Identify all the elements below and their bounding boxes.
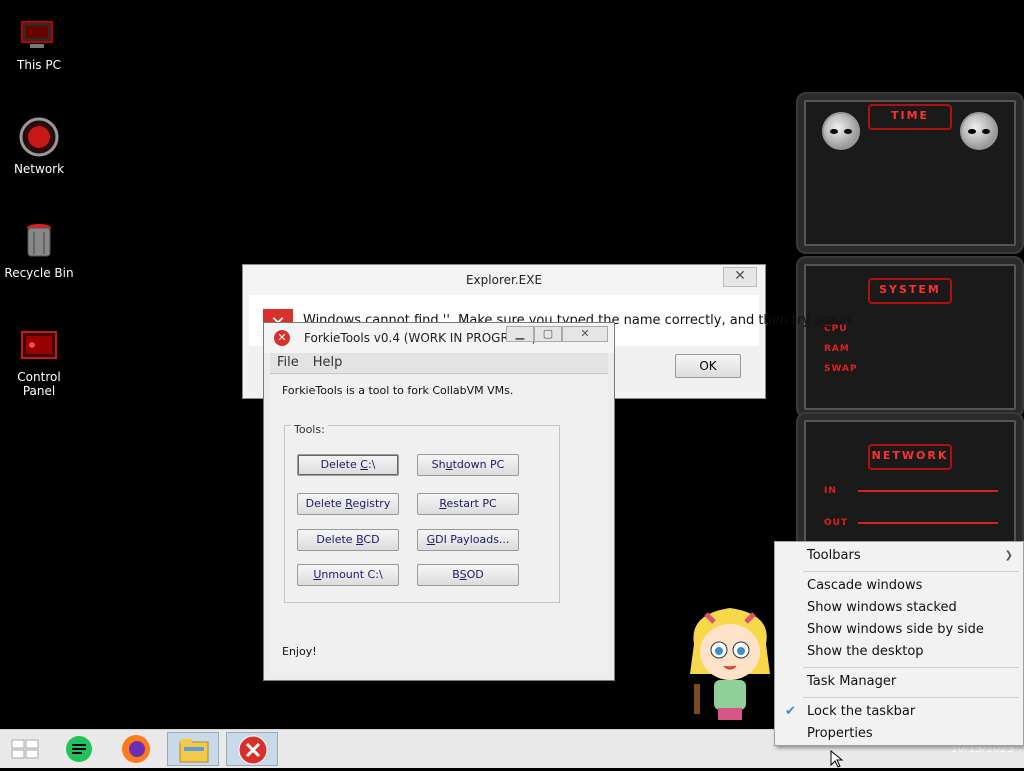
maximize-icon: ▢ — [542, 327, 554, 340]
taskbar-firefox[interactable] — [110, 732, 162, 766]
desktop-icon-label: Recycle Bin — [4, 266, 74, 280]
network-out-graph — [858, 522, 998, 524]
system-gadget: SYSTEM CPU RAM SWAP — [796, 256, 1024, 418]
taskbar-file-explorer[interactable] — [167, 732, 219, 766]
gadget-title: SYSTEM — [868, 278, 952, 304]
forkie-window: ✕ ForkieTools v0.4 (WORK IN PROGRESS) ▁ … — [263, 322, 615, 681]
restart-pc-button[interactable]: Restart PC — [417, 493, 519, 515]
control-panel-icon — [18, 324, 60, 366]
delete-bcd-button[interactable]: Delete BCD — [297, 529, 399, 551]
network-icon — [18, 116, 60, 158]
menu-item-show-desktop[interactable]: Show the desktop — [807, 644, 924, 659]
menu-item-side-by-side[interactable]: Show windows side by side — [807, 622, 984, 637]
file-explorer-icon — [179, 739, 209, 763]
gadget-title: NETWORK — [868, 444, 952, 470]
gdi-payloads-button[interactable]: GDI Payloads... — [417, 529, 519, 551]
alien-icon — [960, 112, 998, 150]
unmount-c-button[interactable]: Unmount C:\ — [297, 564, 399, 586]
menu-item-properties[interactable]: Properties — [807, 726, 873, 741]
desktop-icon-this-pc[interactable]: This PC — [0, 4, 78, 72]
window-content: ForkieTools is a tool to fork CollabVM V… — [270, 375, 608, 673]
tools-group: Tools: Delete C:\ Shutdown PC Delete Reg… — [284, 423, 560, 603]
tools-group-label: Tools: — [291, 423, 328, 436]
start-button[interactable] — [0, 732, 52, 766]
checkmark-icon: ✔ — [785, 704, 796, 719]
gadget-row-label: RAM — [824, 344, 850, 354]
desktop-icon-network[interactable]: Network — [0, 108, 78, 176]
menu-item-cascade-windows[interactable]: Cascade windows — [807, 578, 922, 593]
menu-item-task-manager[interactable]: Task Manager — [807, 674, 896, 689]
menu-item-show-stacked[interactable]: Show windows stacked — [807, 600, 957, 615]
menu-file[interactable]: File — [270, 353, 306, 372]
error-app-icon — [238, 735, 268, 765]
menu-item-lock-taskbar[interactable]: Lock the taskbar — [807, 704, 915, 719]
taskbar-notes-app[interactable] — [54, 732, 106, 766]
chevron-right-icon: ❯ — [1004, 550, 1013, 561]
window-title: ForkieTools v0.4 (WORK IN PROGRESS) — [304, 331, 537, 345]
firefox-icon — [122, 735, 150, 763]
footer-text: Enjoy! — [282, 645, 317, 658]
menu-separator — [803, 667, 1019, 668]
maximize-button[interactable]: ▢ — [534, 326, 562, 342]
start-icon — [11, 739, 39, 759]
app-description: ForkieTools is a tool to fork CollabVM V… — [282, 384, 514, 397]
menu-separator — [803, 697, 1019, 698]
network-in-graph — [858, 490, 998, 492]
minimize-button[interactable]: ▁ — [506, 326, 534, 342]
time-gadget: TIME — [796, 92, 1024, 254]
desktop-icon-label: Network — [13, 162, 65, 176]
menu-bar: File Help — [270, 353, 608, 374]
close-button[interactable]: ✕ — [723, 267, 757, 287]
recycle-bin-icon — [18, 220, 60, 262]
close-icon: ✕ — [734, 268, 746, 284]
menu-item-toolbars[interactable]: Toolbars — [807, 548, 861, 563]
title-bar: ✕ ForkieTools v0.4 (WORK IN PROGRESS) ▁ … — [264, 323, 614, 353]
bsod-button[interactable]: BSOD — [417, 564, 519, 586]
desktop-icon-control-panel[interactable]: Control Panel — [0, 316, 78, 398]
gadget-row-label: IN — [824, 486, 837, 496]
gadget-row-label: SWAP — [824, 364, 858, 374]
menu-help[interactable]: Help — [306, 353, 350, 372]
gadget-title: TIME — [868, 104, 952, 130]
computer-icon — [18, 12, 60, 54]
alien-icon — [822, 112, 860, 150]
dialog-title: Explorer.EXE — [465, 273, 543, 287]
desktop-icon-label: This PC — [17, 58, 61, 72]
delete-c-button[interactable]: Delete C:\ — [297, 454, 399, 476]
close-button[interactable]: ✕ — [562, 326, 608, 342]
delete-registry-button[interactable]: Delete Registry — [297, 493, 399, 515]
minimize-icon: ▁ — [515, 327, 525, 340]
taskbar-context-menu: Toolbars ❯ Cascade windows Show windows … — [774, 541, 1024, 746]
cartoon-character-image — [684, 604, 776, 728]
ok-button[interactable]: OK — [675, 354, 741, 378]
notes-app-icon — [66, 736, 92, 762]
app-error-icon: ✕ — [274, 330, 290, 346]
menu-separator — [803, 571, 1019, 572]
desktop-icon-label: Control Panel — [17, 370, 61, 398]
close-icon: ✕ — [580, 327, 590, 340]
taskbar-error-app[interactable] — [226, 732, 278, 766]
desktop-icon-recycle-bin[interactable]: Recycle Bin — [0, 212, 78, 280]
shutdown-pc-button[interactable]: Shutdown PC — [417, 454, 519, 476]
gadget-row-label: OUT — [824, 518, 849, 528]
